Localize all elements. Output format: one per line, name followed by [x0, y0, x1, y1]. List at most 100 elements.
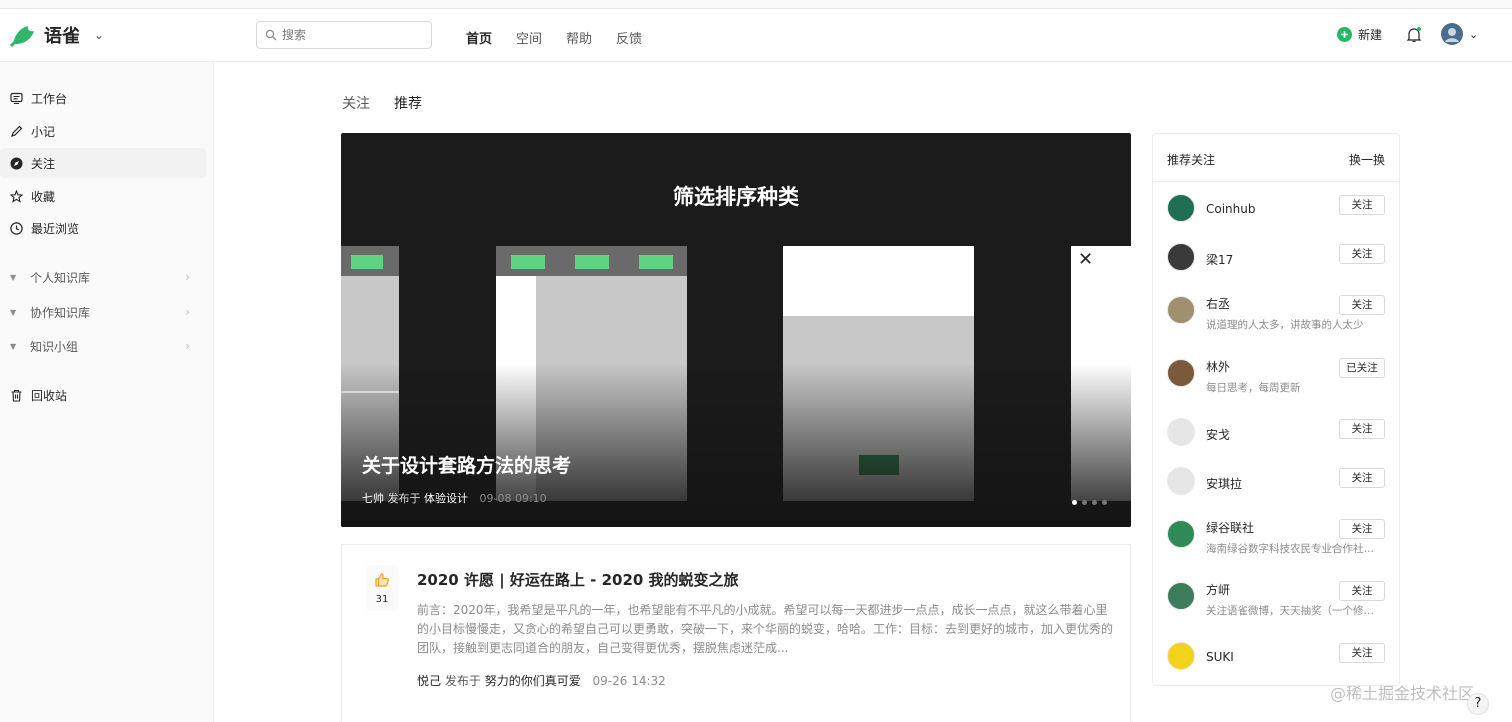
follow-button[interactable]: 关注 [1339, 519, 1385, 539]
banner-image-title: 筛选排序种类 [673, 185, 799, 209]
banner-meta: 七帅 发布于 体验设计 09-08 09:10 [362, 490, 547, 506]
avatar[interactable] [1167, 194, 1195, 222]
sidebar-item-recent[interactable]: 最近浏览 [0, 213, 206, 243]
recommend-user-name[interactable]: 林外 [1206, 358, 1230, 375]
follow-button[interactable]: 关注 [1339, 419, 1385, 439]
recommend-user-row[interactable]: 右丞 说道理的人太多，讲故事的人太少 关注 [1153, 293, 1399, 353]
chevron-right-icon: › [185, 339, 190, 353]
chevron-right-icon: › [185, 270, 190, 284]
nav-space[interactable]: 空间 [516, 28, 542, 47]
sidebar-group-groups[interactable]: ▼ 知识小组 › [0, 334, 200, 358]
notification-bell[interactable] [1406, 26, 1422, 48]
follow-button[interactable]: 关注 [1339, 195, 1385, 215]
nav-feedback[interactable]: 反馈 [616, 28, 642, 47]
recommend-user-name[interactable]: 右丞 [1206, 295, 1230, 312]
sidebar-item-follow[interactable]: 关注 [0, 148, 206, 178]
recommend-user-row[interactable]: 绿谷联社 海南绿谷数字科技农民专业合作社联... 关注 [1153, 517, 1399, 577]
workbench-icon [10, 92, 23, 104]
recommend-user-name[interactable]: 绿谷联社 [1206, 519, 1254, 536]
post-time: 09-26 14:32 [592, 674, 666, 688]
triangle-down-icon: ▼ [10, 272, 17, 282]
banner-time: 09-08 09:10 [479, 492, 547, 505]
follow-button[interactable]: 关注 [1339, 643, 1385, 663]
follow-button[interactable]: 已关注 [1339, 358, 1385, 378]
featured-banner[interactable]: 筛选排序种类 ✕ 关于设计套路方法的思考 七帅 发布于 体验设计 09-08 0… [341, 133, 1131, 527]
post-card[interactable]: 31 2020 许愿 | 好运在路上 - 2020 我的蜕变之旅 前言：2020… [341, 544, 1131, 722]
star-icon [10, 189, 23, 203]
recommend-user-name[interactable]: SUKI [1206, 650, 1234, 664]
help-button[interactable]: ? [1467, 693, 1489, 715]
avatar [1441, 23, 1463, 45]
follow-button[interactable]: 关注 [1339, 295, 1385, 315]
avatar[interactable] [1167, 520, 1195, 548]
recommend-title: 推荐关注 [1167, 153, 1216, 167]
like-count: 31 [375, 594, 389, 605]
pen-icon [11, 125, 23, 137]
sidebar-item-trash[interactable]: 回收站 [0, 380, 206, 410]
nav-help[interactable]: 帮助 [566, 28, 592, 47]
tab-recommend[interactable]: 推荐 [394, 93, 422, 113]
banner-illustration-panel [783, 246, 974, 316]
avatar[interactable] [1167, 467, 1195, 495]
follow-button[interactable]: 关注 [1339, 244, 1385, 264]
avatar[interactable] [1167, 359, 1195, 387]
post-author[interactable]: 悦己 [417, 674, 441, 688]
app-logo[interactable]: 语雀 ⌄ [10, 22, 104, 48]
avatar[interactable] [1167, 582, 1195, 610]
search-box[interactable] [256, 21, 432, 49]
recommend-user-row[interactable]: 方岍关注语雀微博，天天抽奖（一个修辞... 关注 [1153, 579, 1399, 639]
banner-author[interactable]: 七帅 [362, 492, 384, 505]
sidebar-item-label: 回收站 [31, 388, 68, 403]
like-button[interactable]: 31 [366, 565, 398, 611]
sidebar-item-label: 关注 [31, 156, 56, 171]
yuque-bird-icon [10, 26, 34, 48]
nav-home[interactable]: 首页 [466, 28, 492, 47]
recommend-user-row[interactable]: 林外每日思考，每周更新 已关注 [1153, 356, 1399, 416]
follow-button[interactable]: 关注 [1339, 581, 1385, 601]
sidebar-item-favorites[interactable]: 收藏 [0, 181, 206, 211]
banner-published-label: 发布于 [387, 492, 421, 505]
chevron-down-icon[interactable]: ⌄ [94, 28, 104, 42]
recommend-user-name[interactable]: 安戈 [1206, 426, 1230, 443]
recommend-user-name[interactable]: Coinhub [1206, 202, 1256, 216]
chevron-right-icon: › [185, 305, 190, 319]
carousel-dots [1072, 500, 1107, 505]
watermark: @稀土掘金技术社区 [1330, 684, 1475, 703]
search-input[interactable] [282, 28, 422, 42]
avatar[interactable] [1167, 243, 1195, 271]
recommend-user-name[interactable]: 安琪拉 [1206, 475, 1242, 492]
recommend-user-name[interactable]: 方岍 [1206, 581, 1230, 598]
carousel-dot[interactable] [1092, 500, 1097, 505]
recommend-user-desc: 关注语雀微博，天天抽奖（一个修辞... [1206, 605, 1376, 617]
post-excerpt: 前言：2020年，我希望是平凡的一年，也希望能有不平凡的小成就。希望可以每一天都… [417, 603, 1114, 655]
post-book[interactable]: 努力的你们真可爱 [485, 674, 581, 688]
sidebar-item-workbench[interactable]: 工作台 [0, 83, 206, 113]
avatar[interactable] [1167, 642, 1195, 670]
avatar[interactable] [1167, 296, 1195, 324]
sidebar-group-personal[interactable]: ▼ 个人知识库 › [0, 265, 200, 289]
recommend-panel: 推荐关注 换一换 Coinhub 关注 梁17 关注 右丞 说道理的人太多，讲故事的人太少… [1152, 133, 1400, 686]
sidebar-item-notes[interactable]: 小记 [0, 116, 206, 146]
post-title[interactable]: 2020 许愿 | 好运在路上 - 2020 我的蜕变之旅 [417, 569, 739, 590]
avatar[interactable] [1167, 418, 1195, 446]
banner-book[interactable]: 体验设计 [424, 492, 468, 505]
recommend-user-desc: 每日思考，每周更新 [1206, 382, 1301, 394]
tab-follow[interactable]: 关注 [342, 93, 370, 113]
triangle-down-icon: ▼ [10, 341, 17, 351]
carousel-dot[interactable] [1102, 500, 1107, 505]
post-meta: 悦己 发布于 努力的你们真可爱 09-26 14:32 [417, 672, 666, 689]
sidebar: 工作台 小记 关注 收藏 最近浏览 ▼ 个人知识库 › ▼ 协作知识库 › ▼ … [0, 62, 214, 722]
recommend-user-name[interactable]: 梁17 [1206, 251, 1233, 268]
follow-button[interactable]: 关注 [1339, 468, 1385, 488]
sidebar-group-label: 知识小组 [30, 339, 79, 354]
refresh-recommend-button[interactable]: 换一换 [1349, 151, 1385, 168]
carousel-dot[interactable] [1072, 500, 1077, 505]
top-header: 语雀 ⌄ 首页 空间 帮助 反馈 新建 ⌄ [0, 9, 1512, 62]
sidebar-group-collab[interactable]: ▼ 协作知识库 › [0, 300, 200, 324]
carousel-dot[interactable] [1082, 500, 1087, 505]
banner-headline[interactable]: 关于设计套路方法的思考 [362, 451, 571, 478]
user-avatar-menu[interactable]: ⌄ [1441, 23, 1478, 45]
trash-icon [11, 389, 22, 402]
new-button[interactable]: 新建 [1337, 26, 1382, 43]
compass-icon [10, 157, 23, 169]
